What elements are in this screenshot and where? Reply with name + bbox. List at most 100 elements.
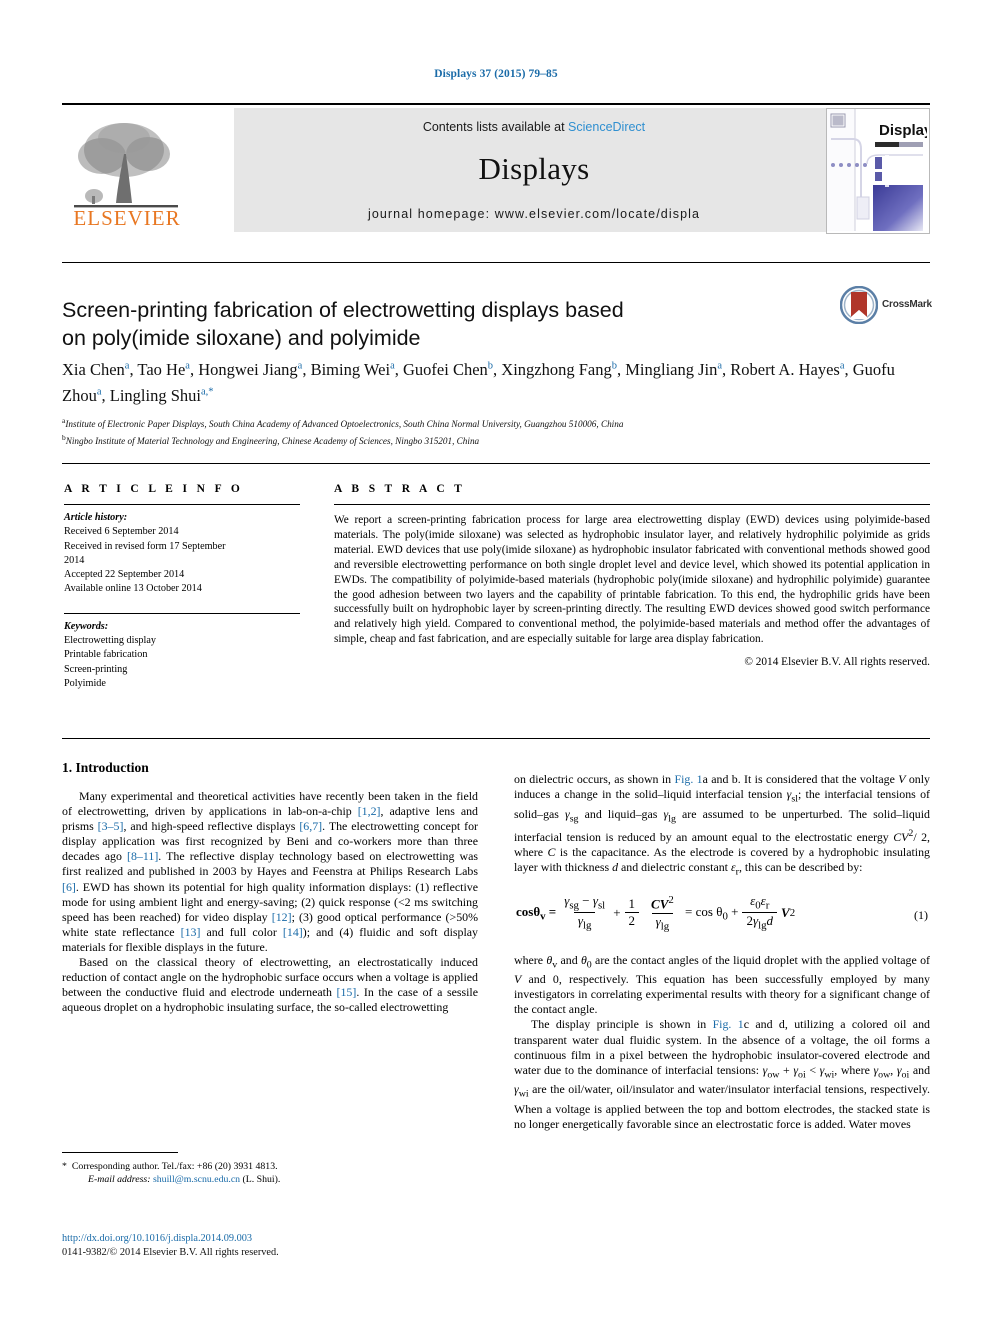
- author-name: Lingling Shui: [109, 385, 201, 405]
- crossmark-icon: [839, 285, 879, 325]
- keyword-item: Screen-printing: [64, 663, 128, 675]
- text-run: and full color: [200, 924, 283, 939]
- author-name: Mingliang Jin: [625, 359, 718, 379]
- email-owner: (L. Shui).: [242, 1174, 281, 1186]
- info-divider: [62, 463, 930, 464]
- journal-title: Displays: [478, 151, 590, 186]
- citation-ref[interactable]: [3–5]: [98, 819, 124, 833]
- author-list: Xia Chena, Tao Hea, Hongwei Jianga, Bimi…: [62, 355, 930, 407]
- abstract-column: A B S T R A C T We report a screen-print…: [334, 483, 930, 668]
- author-item: Robert A. Hayesa,: [730, 360, 852, 379]
- title-divider: [62, 262, 930, 263]
- fraction-2: 1 2: [624, 896, 640, 929]
- author-item: Mingliang Jina,: [625, 360, 730, 379]
- keywords-rule: [64, 612, 300, 614]
- author-name: Hongwei Jiang: [198, 359, 298, 379]
- masthead-band: Contents lists available at ScienceDirec…: [234, 108, 834, 232]
- author-sep: ,: [101, 385, 110, 405]
- abstract-rule: [334, 504, 930, 505]
- equation-number: (1): [914, 907, 928, 922]
- crossmark-badge[interactable]: CrossMark: [839, 285, 936, 330]
- journal-cover-thumbnail: Displays: [826, 108, 930, 234]
- author-sep: ,: [394, 359, 403, 379]
- page-title: Screen-printing fabrication of electrowe…: [62, 296, 792, 352]
- body-divider: [62, 738, 930, 739]
- citation-ref[interactable]: [6]: [62, 880, 76, 894]
- footnote-rule: [62, 1152, 178, 1153]
- intro-paragraph-1: Many experimental and theoretical activi…: [62, 789, 478, 955]
- email-label: E-mail address:: [88, 1174, 151, 1186]
- affiliation-item: bNingbo Institute of Material Technology…: [62, 431, 930, 448]
- running-head: Displays 37 (2015) 79–85: [434, 68, 558, 80]
- text-run-math: c and d, utilizing a colored oil and tra…: [514, 1017, 931, 1131]
- footnote-corresponding: * Corresponding author. Tel./fax: +86 (2…: [62, 1160, 478, 1173]
- footer-copyright: 0141-9382/© 2014 Elsevier B.V. All right…: [62, 1247, 279, 1258]
- figure-ref[interactable]: Fig. 1: [674, 772, 702, 786]
- author-item: Xia Chena,: [62, 360, 137, 379]
- article-info-heading: A R T I C L E I N F O: [64, 483, 244, 495]
- article-history: Article history: Received 6 September 20…: [64, 511, 300, 597]
- fraction-1: γsg − γsl γlg: [564, 892, 606, 933]
- corresponding-author-footnote: * Corresponding author. Tel./fax: +86 (2…: [62, 1152, 478, 1187]
- author-name: Robert A. Hayes: [730, 359, 840, 379]
- author-sep: ,: [616, 359, 626, 379]
- equation-1: cosθv = γsg − γsl γlg + 1 2 CV2 γlg = co…: [514, 892, 930, 940]
- author-item: Guofei Chenb,: [403, 360, 501, 379]
- abstract-heading: A B S T R A C T: [334, 483, 466, 495]
- affiliation-text: Institute of Electronic Paper Displays, …: [65, 419, 624, 430]
- author-name: Xingzhong Fang: [501, 359, 612, 379]
- author-sep: ,: [844, 359, 853, 379]
- affiliation-item: aInstitute of Electronic Paper Displays,…: [62, 414, 930, 431]
- author-affil-mark: a,*: [200, 386, 214, 397]
- keywords-block: Keywords: Electrowetting display Printab…: [64, 620, 300, 691]
- author-item: Hongwei Jianga,: [198, 360, 310, 379]
- citation-ref[interactable]: [15]: [337, 985, 357, 999]
- crossmark-label: CrossMark: [882, 299, 932, 310]
- author-name: Guofei Chen: [403, 359, 488, 379]
- journal-masthead: ELSEVIER Contents lists available at Sci…: [62, 103, 930, 234]
- intro-paragraph-2: Based on the classical theory of electro…: [62, 955, 478, 1015]
- citation-ref[interactable]: [6,7]: [299, 819, 322, 833]
- article-info-column: A R T I C L E I N F O Article history: R…: [64, 483, 300, 691]
- history-item: Received 6 September 2014: [64, 526, 179, 538]
- citation-ref[interactable]: [13]: [181, 925, 201, 939]
- body-column-right: on dielectric occurs, as shown in Fig. 1…: [514, 772, 930, 1132]
- citation-ref[interactable]: [8–11]: [127, 849, 158, 863]
- citation-ref[interactable]: [1,2]: [358, 804, 381, 818]
- contents-prefix: Contents lists available at: [422, 120, 569, 134]
- email-link[interactable]: shuill@m.scnu.edu.cn: [153, 1174, 240, 1185]
- affiliation-list: aInstitute of Electronic Paper Displays,…: [62, 414, 930, 448]
- equation-body: cosθv = γsg − γsl γlg + 1 2 CV2 γlg = co…: [516, 892, 796, 933]
- contents-line: Contents lists available at ScienceDirec…: [234, 120, 834, 134]
- citation-ref[interactable]: [12]: [272, 910, 292, 924]
- author-name: Xia Chen: [62, 359, 125, 379]
- author-item: Tao Hea,: [137, 360, 198, 379]
- keyword-item: Printable fabrication: [64, 649, 148, 661]
- figure-ref[interactable]: Fig. 1: [713, 1017, 744, 1031]
- article-info-rule: [64, 504, 300, 505]
- author-item: Xingzhong Fangb,: [501, 360, 625, 379]
- sciencedirect-link[interactable]: ScienceDirect: [568, 120, 645, 134]
- affiliation-text: Ningbo Institute of Material Technology …: [65, 436, 480, 447]
- footer-doi-block: http://dx.doi.org/10.1016/j.displa.2014.…: [62, 1232, 562, 1260]
- intro-paragraph-5: The display principle is shown in Fig. 1…: [514, 1017, 930, 1131]
- author-name: Tao He: [137, 359, 186, 379]
- fraction-3: CV2 γlg: [651, 893, 674, 933]
- intro-paragraph-3: on dielectric occurs, as shown in Fig. 1…: [514, 772, 930, 880]
- footnote-email-line: E-mail address: shuill@m.scnu.edu.cn (L.…: [62, 1173, 478, 1186]
- paper-page: Displays 37 (2015) 79–85 ELSEVIER Conten…: [0, 0, 992, 1323]
- keyword-item: Polyimide: [64, 677, 106, 689]
- author-sep: ,: [302, 359, 311, 379]
- body-column-left: 1. Introduction Many experimental and th…: [62, 760, 478, 1015]
- elsevier-logo: ELSEVIER: [62, 108, 190, 233]
- svg-text:Displays: Displays: [879, 122, 927, 139]
- title-line-2: on poly(imide siloxane) and polyimide: [62, 326, 421, 351]
- text-run: on dielectric occurs, as shown in: [514, 772, 675, 786]
- abstract-copyright: © 2014 Elsevier B.V. All rights reserved…: [744, 656, 930, 669]
- journal-homepage[interactable]: journal homepage: www.elsevier.com/locat…: [234, 207, 834, 221]
- author-item: Biming Weia,: [311, 360, 403, 379]
- article-history-label: Article history:: [64, 512, 128, 523]
- citation-ref[interactable]: [14]: [283, 925, 303, 939]
- abstract-text: We report a screen-printing fabrication …: [334, 514, 930, 646]
- doi-link[interactable]: http://dx.doi.org/10.1016/j.displa.2014.…: [62, 1232, 562, 1246]
